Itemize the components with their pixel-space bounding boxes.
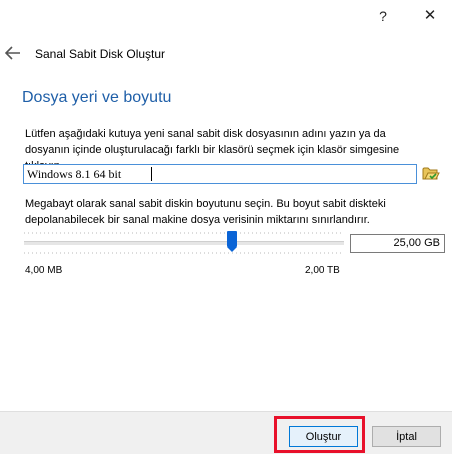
- slider-ticks-top: [24, 232, 344, 234]
- slider-ticks-bottom: [24, 252, 344, 254]
- create-button[interactable]: Oluştur: [289, 426, 358, 447]
- size-max-label: 2,00 TB: [305, 265, 340, 276]
- text-caret: [151, 167, 152, 181]
- wizard-header: Sanal Sabit Disk Oluştur: [0, 36, 452, 76]
- section-title: Dosya yeri ve boyutu: [22, 89, 172, 106]
- wizard-title: Sanal Sabit Disk Oluştur: [35, 47, 166, 61]
- size-description: Megabayt olarak sanal sabit diskin boyut…: [25, 198, 386, 226]
- slider-track: [24, 241, 344, 245]
- button-bar: Oluştur İptal: [0, 411, 452, 454]
- close-button[interactable]: ✕: [415, 4, 445, 28]
- back-arrow-icon[interactable]: [5, 46, 21, 60]
- file-name-input[interactable]: Windows 8.1 64 bit: [23, 164, 417, 184]
- window-titlebar: ? ✕: [0, 0, 452, 32]
- cancel-button[interactable]: İptal: [372, 426, 441, 447]
- folder-icon[interactable]: [422, 165, 440, 181]
- size-slider[interactable]: [24, 228, 344, 260]
- size-min-label: 4,00 MB: [25, 265, 63, 276]
- size-input[interactable]: 25,00 GB: [350, 234, 445, 253]
- help-button[interactable]: ?: [368, 4, 398, 28]
- slider-thumb[interactable]: [227, 231, 237, 252]
